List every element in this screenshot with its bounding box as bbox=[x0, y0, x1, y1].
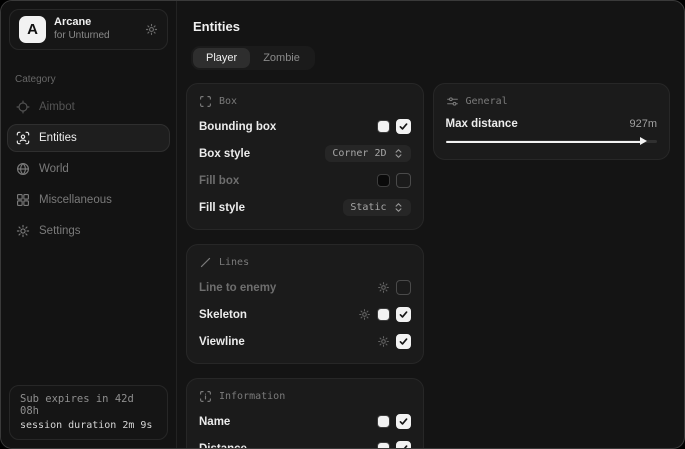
sidebar-item-world[interactable]: World bbox=[7, 155, 170, 183]
fill-box-checkbox[interactable] bbox=[396, 173, 411, 188]
setting-row: Fill box bbox=[199, 172, 411, 189]
sidebar-item-settings[interactable]: Settings bbox=[7, 217, 170, 245]
section-title: Box bbox=[219, 96, 237, 107]
gear-icon[interactable] bbox=[377, 335, 390, 348]
color-swatch[interactable] bbox=[377, 120, 390, 133]
gear-icon bbox=[16, 224, 30, 238]
tab-zombie[interactable]: Zombie bbox=[250, 48, 313, 68]
setting-label: Viewline bbox=[199, 336, 377, 348]
brand-subtitle: for Unturned bbox=[54, 30, 137, 43]
setting-row: Skeleton bbox=[199, 306, 411, 323]
sidebar: A Arcane for Unturned Category Aimbot bbox=[1, 1, 177, 448]
chevron-up-down-icon bbox=[393, 202, 404, 213]
main-panel: Entities Player Zombie Box Bounding box bbox=[177, 1, 684, 448]
page-title: Entities bbox=[193, 19, 670, 34]
sliders-icon bbox=[446, 95, 459, 108]
setting-row: Line to enemy bbox=[199, 279, 411, 296]
setting-row: Bounding box bbox=[199, 118, 411, 135]
setting-label: Bounding box bbox=[199, 121, 377, 133]
max-distance-value: 927m bbox=[629, 118, 657, 130]
setting-row: Fill style Static bbox=[199, 199, 411, 216]
crosshair-icon bbox=[16, 100, 30, 114]
line-to-enemy-checkbox[interactable] bbox=[396, 280, 411, 295]
info-scan-icon bbox=[199, 390, 212, 403]
box-section-card: Box Bounding box Box style Corne bbox=[186, 83, 424, 230]
sidebar-item-aimbot[interactable]: Aimbot bbox=[7, 93, 170, 121]
sidebar-item-miscellaneous[interactable]: Miscellaneous bbox=[7, 186, 170, 214]
bounding-box-checkbox[interactable] bbox=[396, 119, 411, 134]
sidebar-item-label: Settings bbox=[39, 225, 81, 237]
grid-icon bbox=[16, 193, 30, 207]
gear-icon[interactable] bbox=[377, 281, 390, 294]
sidebar-item-label: Aimbot bbox=[39, 101, 75, 113]
max-distance-slider[interactable] bbox=[446, 136, 658, 146]
color-swatch[interactable] bbox=[377, 415, 390, 428]
color-swatch[interactable] bbox=[377, 308, 390, 321]
color-swatch[interactable] bbox=[377, 442, 390, 448]
max-distance-label: Max distance bbox=[446, 118, 630, 130]
color-swatch[interactable] bbox=[377, 174, 390, 187]
setting-label: Skeleton bbox=[199, 309, 358, 321]
setting-label: Box style bbox=[199, 148, 325, 160]
distance-checkbox[interactable] bbox=[396, 441, 411, 448]
sidebar-item-label: Entities bbox=[39, 132, 77, 144]
brand-logo: A bbox=[19, 16, 46, 43]
sub-expiry-text: Sub expires in 42d 08h bbox=[20, 393, 157, 417]
sidebar-nav: Aimbot Entities World Miscellaneous bbox=[1, 93, 176, 245]
setting-label: Line to enemy bbox=[199, 282, 377, 294]
name-checkbox[interactable] bbox=[396, 414, 411, 429]
setting-row: Name bbox=[199, 413, 411, 430]
section-title: Lines bbox=[219, 257, 249, 268]
subscription-status-card: Sub expires in 42d 08h session duration … bbox=[9, 385, 168, 440]
section-title: Information bbox=[219, 391, 285, 402]
tab-player[interactable]: Player bbox=[193, 48, 250, 68]
setting-row: Viewline bbox=[199, 333, 411, 350]
lines-section-card: Lines Line to enemy Skeleton bbox=[186, 244, 424, 364]
box-style-select[interactable]: Corner 2D bbox=[325, 145, 410, 162]
globe-icon bbox=[16, 162, 30, 176]
gear-icon[interactable] bbox=[358, 308, 371, 321]
chevron-up-down-icon bbox=[393, 148, 404, 159]
setting-label: Fill box bbox=[199, 175, 377, 187]
setting-row: Box style Corner 2D bbox=[199, 145, 411, 162]
sidebar-item-label: Miscellaneous bbox=[39, 194, 112, 206]
category-label: Category bbox=[15, 74, 162, 85]
diagonal-line-icon bbox=[199, 256, 212, 269]
select-value: Corner 2D bbox=[332, 148, 386, 159]
slider-fill bbox=[446, 141, 642, 143]
section-title: General bbox=[466, 96, 508, 107]
box-corners-icon bbox=[199, 95, 212, 108]
sidebar-item-entities[interactable]: Entities bbox=[7, 124, 170, 152]
information-section-card: Information Name Distance bbox=[186, 378, 424, 448]
viewline-checkbox[interactable] bbox=[396, 334, 411, 349]
setting-label: Distance bbox=[199, 443, 377, 449]
session-duration-text: session duration 2m 9s bbox=[20, 420, 157, 431]
general-section-card: General Max distance 927m bbox=[433, 83, 671, 160]
slider-thumb[interactable] bbox=[640, 137, 647, 145]
brand-name: Arcane bbox=[54, 16, 137, 30]
sidebar-item-label: World bbox=[39, 163, 69, 175]
setting-row: Distance bbox=[199, 440, 411, 448]
select-value: Static bbox=[350, 202, 386, 213]
gear-icon[interactable] bbox=[145, 23, 158, 36]
entity-tabs: Player Zombie bbox=[191, 46, 315, 70]
skeleton-checkbox[interactable] bbox=[396, 307, 411, 322]
app-window: A Arcane for Unturned Category Aimbot bbox=[0, 0, 685, 449]
entities-scan-icon bbox=[16, 131, 30, 145]
setting-label: Fill style bbox=[199, 202, 343, 214]
setting-label: Name bbox=[199, 416, 377, 428]
fill-style-select[interactable]: Static bbox=[343, 199, 410, 216]
brand-card: A Arcane for Unturned bbox=[9, 9, 168, 50]
